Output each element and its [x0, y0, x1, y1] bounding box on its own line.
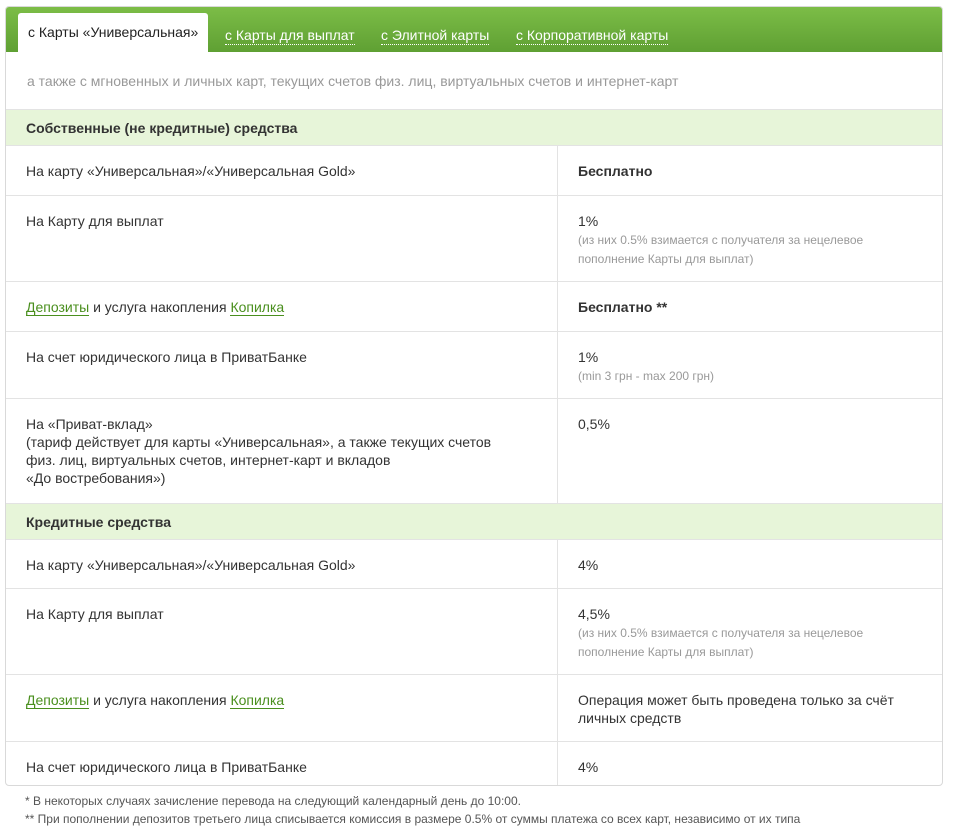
fee-note: (из них 0.5% взимается с получателя за н…: [578, 233, 864, 266]
table-row: Депозиты и услуга накопления Копилка Бес…: [6, 282, 942, 332]
footnote: ** При пополнении депозитов третьего лиц…: [25, 812, 801, 826]
tab-label: с Элитной карты: [381, 27, 490, 45]
fee-cell: Операция может быть проведена только за …: [578, 692, 894, 726]
destination-cell: Депозиты и услуга накопления Копилка: [6, 675, 558, 741]
fee-cell: 1% (min 3 грн - max 200 грн): [558, 332, 942, 398]
fee-value: 1%: [578, 349, 599, 365]
table-row: На карту «Универсальная»/«Универсальная …: [6, 540, 942, 589]
tariff-panel: с Карты «Универсальная» с Карты для выпл…: [5, 6, 943, 786]
fee-cell: 0,5%: [578, 416, 610, 432]
destination-line: физ. лиц, виртуальных счетов, интернет-к…: [26, 452, 391, 468]
piggybank-link[interactable]: Копилка: [230, 692, 285, 709]
fee-note: (из них 0.5% взимается с получателя за н…: [578, 626, 864, 659]
destination-cell: На карту «Универсальная»/«Универсальная …: [6, 540, 558, 588]
deposits-link[interactable]: Депозиты: [26, 299, 90, 316]
table-row: На Карту для выплат 4,5% (из них 0.5% вз…: [6, 589, 942, 675]
footnotes: * В некоторых случаях зачисление перевод…: [25, 792, 800, 828]
fee-cell: 1% (из них 0.5% взимается с получателя з…: [558, 196, 942, 281]
fee-value: 4,5%: [578, 606, 610, 622]
destination-line: (тариф действует для карты «Универсальна…: [26, 434, 492, 450]
tab-payout[interactable]: с Карты для выплат: [225, 19, 355, 52]
table-row: На счет юридического лица в ПриватБанке …: [6, 332, 942, 399]
destination-cell: На «Приват-вклад» (тариф действует для к…: [6, 399, 558, 503]
destination-cell: На Карту для выплат: [6, 589, 558, 674]
destination-text: и услуга накопления: [89, 692, 231, 708]
table-row: На Карту для выплат 1% (из них 0.5% взим…: [6, 196, 942, 282]
destination-line: «До востребования»): [26, 470, 166, 486]
tab-elite[interactable]: с Элитной карты: [381, 19, 490, 52]
fee-cell: 4%: [578, 759, 599, 775]
tab-label: с Корпоративной карты: [516, 27, 669, 45]
fee-note: (min 3 грн - max 200 грн): [578, 369, 715, 383]
fee-cell: Бесплатно: [578, 163, 653, 179]
tab-universal[interactable]: с Карты «Универсальная»: [18, 13, 209, 52]
section-credit-funds: Кредитные средства: [6, 504, 942, 540]
table-row: На карту «Универсальная»/«Универсальная …: [6, 146, 942, 196]
fee-cell: Бесплатно **: [578, 299, 668, 315]
subtitle: а также с мгновенных и личных карт, теку…: [6, 52, 942, 110]
table-row: На «Приват-вклад» (тариф действует для к…: [6, 399, 942, 504]
destination-cell: На карту «Универсальная»/«Универсальная …: [6, 146, 558, 195]
destination-cell: Депозиты и услуга накопления Копилка: [6, 282, 558, 331]
tab-label: с Карты для выплат: [225, 27, 355, 45]
footnote: * В некоторых случаях зачисление перевод…: [25, 794, 521, 808]
tab-label: с Карты «Универсальная»: [28, 24, 199, 40]
destination-cell: На счет юридического лица в ПриватБанке: [6, 742, 558, 785]
tab-bar: с Карты «Универсальная» с Карты для выпл…: [6, 7, 942, 52]
destination-line: На «Приват-вклад»: [26, 416, 153, 432]
tab-corporate[interactable]: с Корпоративной карты: [516, 19, 669, 52]
section-own-funds: Собственные (не кредитные) средства: [6, 110, 942, 146]
destination-cell: На Карту для выплат: [6, 196, 558, 281]
table-row: На счет юридического лица в ПриватБанке …: [6, 742, 942, 785]
destination-cell: На счет юридического лица в ПриватБанке: [6, 332, 558, 398]
deposits-link[interactable]: Депозиты: [26, 692, 90, 709]
fee-value: 1%: [578, 213, 599, 229]
fee-cell: 4,5% (из них 0.5% взимается с получателя…: [558, 589, 942, 674]
destination-text: и услуга накопления: [89, 299, 231, 315]
piggybank-link[interactable]: Копилка: [230, 299, 285, 316]
fee-cell: 4%: [578, 557, 599, 573]
table-row: Депозиты и услуга накопления Копилка Опе…: [6, 675, 942, 742]
